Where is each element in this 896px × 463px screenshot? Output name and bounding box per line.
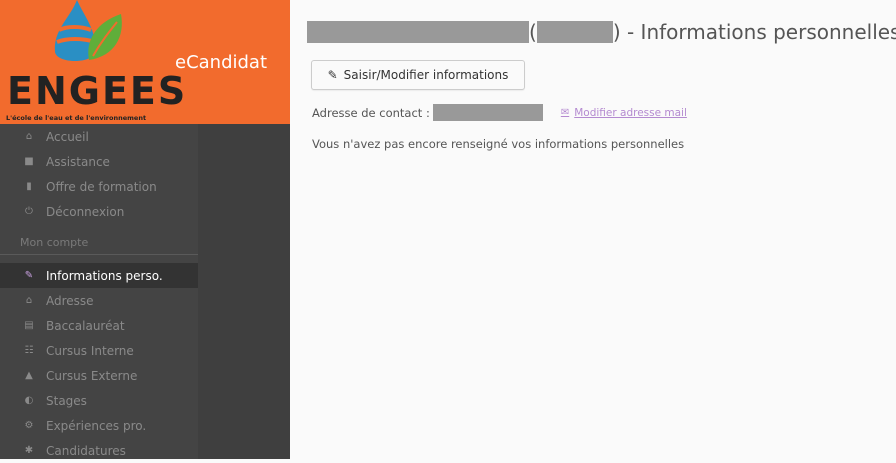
app-name[interactable]: eCandidat	[175, 52, 267, 73]
sidebar-item-label: Cursus Externe	[46, 368, 138, 383]
home-icon: ⌂	[25, 295, 33, 306]
modify-mail-label: Modifier adresse mail	[574, 106, 687, 119]
book-icon: ▤	[24, 320, 34, 331]
graduation-cap-icon: ▲	[25, 370, 33, 381]
section-title-mon-compte: Mon compte	[0, 230, 198, 255]
contact-label: Adresse de contact :	[312, 105, 430, 120]
sidebar-item-offre[interactable]: ▮ Offre de formation	[0, 174, 198, 199]
brand-header: ENGEES L'école de l'eau et de l'environn…	[0, 0, 290, 124]
modify-mail-link[interactable]: ✉ Modifier adresse mail	[561, 107, 687, 119]
pencil-icon: ✎	[24, 270, 34, 281]
sidebar-item-accueil[interactable]: ⌂ Accueil	[0, 124, 198, 149]
title-open-paren: (	[529, 20, 537, 44]
sidebar-item-label: Accueil	[46, 129, 89, 144]
edit-info-button-label: Saisir/Modifier informations	[343, 68, 509, 82]
sidebar-item-label: Candidatures	[46, 443, 126, 458]
pencil-icon: ✎	[327, 68, 338, 82]
sidebar-nav: ⌂ Accueil ■ Assistance ▮ Offre de format…	[0, 124, 198, 463]
sidebar-gutter	[198, 124, 290, 459]
sidebar: ENGEES L'école de l'eau et de l'environn…	[0, 0, 290, 459]
page-title: ( ) - Informations personnelles	[307, 20, 896, 44]
sidebar-item-label: Adresse	[46, 293, 94, 308]
logo-icon	[54, 0, 122, 61]
sidebar-item-label: Stages	[46, 393, 87, 408]
support-icon: ■	[24, 156, 34, 167]
power-icon: ⏻	[25, 206, 33, 217]
redacted-id	[536, 21, 613, 43]
sidebar-item-candidatures[interactable]: ✱ Candidatures	[0, 438, 198, 463]
logo-subtitle: L'école de l'eau et de l'environnement	[6, 114, 147, 122]
asterisk-icon: ✱	[24, 445, 34, 456]
sidebar-item-assistance[interactable]: ■ Assistance	[0, 149, 198, 174]
sidebar-item-label: Assistance	[46, 154, 110, 169]
sidebar-item-label: Informations perso.	[46, 268, 163, 283]
redacted-email	[432, 104, 543, 121]
sidebar-item-label: Cursus Interne	[46, 343, 134, 358]
sidebar-item-cursus-interne[interactable]: ☷ Cursus Interne	[0, 338, 198, 363]
sidebar-item-label: Expériences pro.	[46, 418, 147, 433]
cogs-icon: ⚙	[24, 420, 34, 431]
sidebar-item-deconnexion[interactable]: ⏻ Déconnexion	[0, 199, 198, 224]
sidebar-item-baccalaureat[interactable]: ▤ Baccalauréat	[0, 313, 198, 338]
edit-info-button[interactable]: ✎ Saisir/Modifier informations	[311, 60, 525, 90]
institution-icon: ☷	[24, 345, 34, 356]
empty-state-message: Vous n'avez pas encore renseigné vos inf…	[312, 137, 685, 151]
envelope-icon: ✉	[560, 107, 570, 118]
sidebar-item-label: Baccalauréat	[46, 318, 125, 333]
sidebar-item-label: Offre de formation	[46, 179, 157, 194]
sidebar-item-experiences-pro[interactable]: ⚙ Expériences pro.	[0, 413, 198, 438]
briefcase-icon: ◐	[24, 395, 34, 406]
sidebar-item-adresse[interactable]: ⌂ Adresse	[0, 288, 198, 313]
sidebar-item-cursus-externe[interactable]: ▲ Cursus Externe	[0, 363, 198, 388]
logo-text: ENGEES	[7, 69, 188, 113]
bookmark-icon: ▮	[26, 181, 32, 192]
sidebar-item-stages[interactable]: ◐ Stages	[0, 388, 198, 413]
redacted-name	[307, 21, 529, 43]
sidebar-item-informations-perso[interactable]: ✎ Informations perso.	[0, 263, 198, 288]
contact-row: Adresse de contact : ✉ Modifier adresse …	[312, 104, 687, 121]
home-icon: ⌂	[25, 131, 33, 142]
main-content: ( ) - Informations personnelles ✎ Saisir…	[290, 0, 896, 459]
sidebar-item-label: Déconnexion	[46, 204, 125, 219]
title-suffix: ) - Informations personnelles	[612, 20, 896, 44]
